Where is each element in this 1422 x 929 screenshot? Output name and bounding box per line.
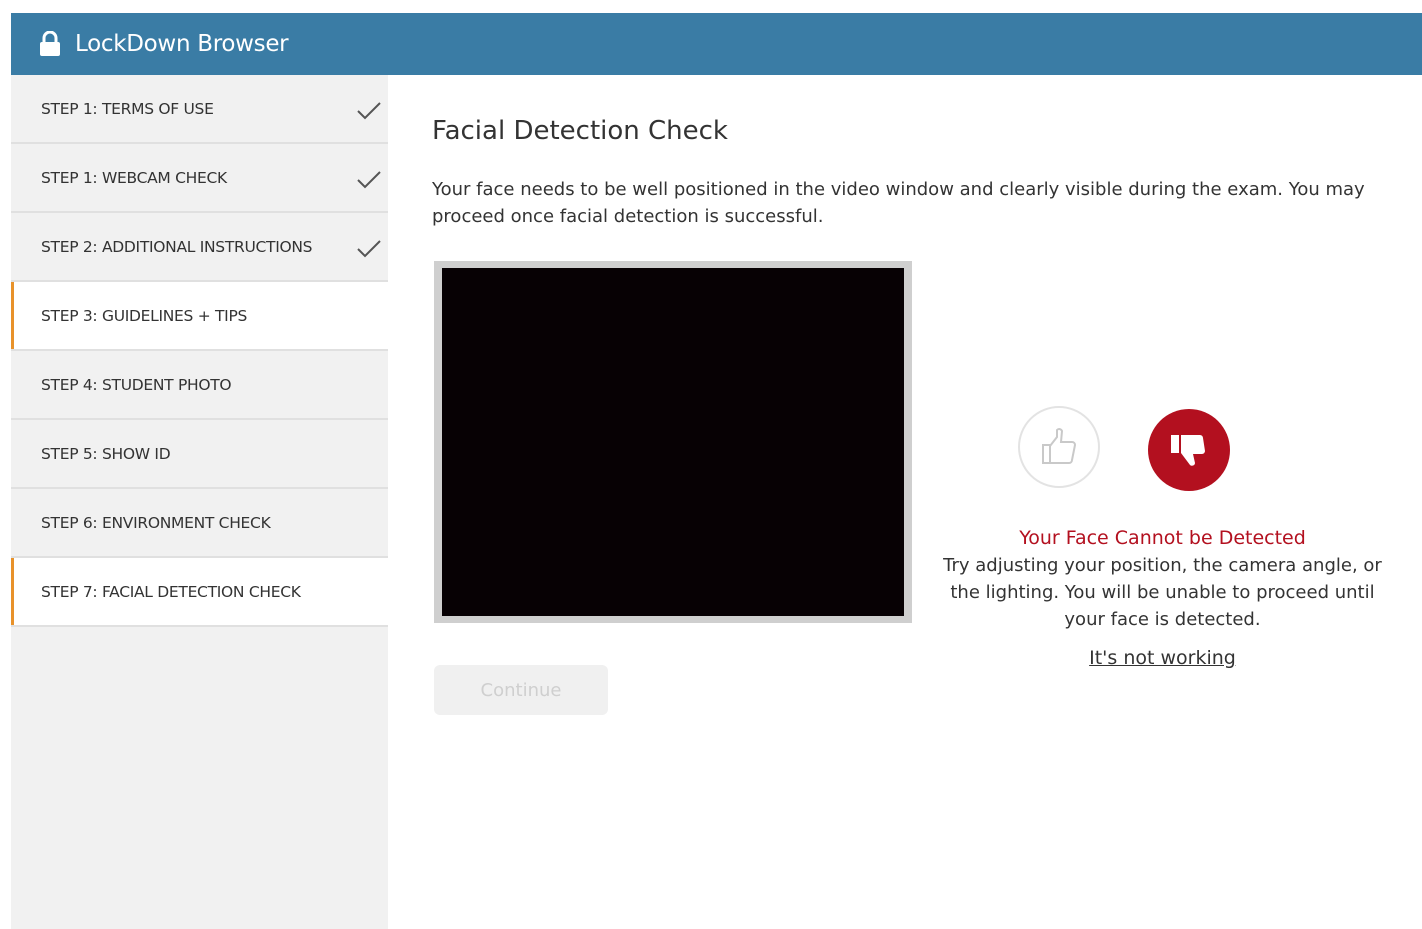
thumbs-down-icon bbox=[1148, 409, 1230, 491]
step-show-id[interactable]: STEP 5: SHOW ID bbox=[11, 420, 388, 489]
step-label: STEP 1: TERMS OF USE bbox=[41, 99, 214, 118]
step-label: STEP 6: ENVIRONMENT CHECK bbox=[41, 513, 271, 532]
checkmark-icon bbox=[356, 101, 382, 125]
webcam-video bbox=[442, 268, 904, 616]
step-guidelines-tips[interactable]: STEP 3: GUIDELINES + TIPS bbox=[11, 282, 388, 351]
step-label: STEP 7: FACIAL DETECTION CHECK bbox=[41, 582, 301, 601]
thumbs-up-icon bbox=[1018, 406, 1100, 488]
checkmark-icon bbox=[356, 170, 382, 194]
step-student-photo[interactable]: STEP 4: STUDENT PHOTO bbox=[11, 351, 388, 420]
intro-text: Your face needs to be well positioned in… bbox=[432, 179, 1365, 227]
step-terms-of-use[interactable]: STEP 1: TERMS OF USE bbox=[11, 75, 388, 144]
continue-button[interactable]: Continue bbox=[434, 665, 608, 715]
status-error-heading: Your Face Cannot be Detected bbox=[1019, 527, 1306, 549]
step-facial-detection-check[interactable]: STEP 7: FACIAL DETECTION CHECK bbox=[11, 558, 388, 627]
step-webcam-check[interactable]: STEP 1: WEBCAM CHECK bbox=[11, 144, 388, 213]
step-label: STEP 1: WEBCAM CHECK bbox=[41, 168, 227, 187]
app-title: LockDown Browser bbox=[75, 31, 289, 57]
lock-icon bbox=[39, 31, 61, 57]
step-label: STEP 2: ADDITIONAL INSTRUCTIONS bbox=[41, 237, 313, 256]
app-header: LockDown Browser bbox=[11, 13, 1422, 75]
step-label: STEP 3: GUIDELINES + TIPS bbox=[41, 306, 248, 325]
steps-sidebar: STEP 1: TERMS OF USE STEP 1: WEBCAM CHEC… bbox=[11, 75, 388, 929]
step-additional-instructions[interactable]: STEP 2: ADDITIONAL INSTRUCTIONS bbox=[11, 213, 388, 282]
step-environment-check[interactable]: STEP 6: ENVIRONMENT CHECK bbox=[11, 489, 388, 558]
checkmark-icon bbox=[356, 239, 382, 263]
step-label: STEP 5: SHOW ID bbox=[41, 444, 171, 463]
step-label: STEP 4: STUDENT PHOTO bbox=[41, 375, 232, 394]
detection-status: Your Face Cannot be Detected Try adjusti… bbox=[940, 524, 1385, 669]
webcam-video-frame bbox=[434, 261, 912, 623]
page-title: Facial Detection Check bbox=[432, 116, 728, 146]
status-message: Try adjusting your position, the camera … bbox=[943, 555, 1382, 630]
not-working-link[interactable]: It's not working bbox=[1089, 647, 1236, 669]
